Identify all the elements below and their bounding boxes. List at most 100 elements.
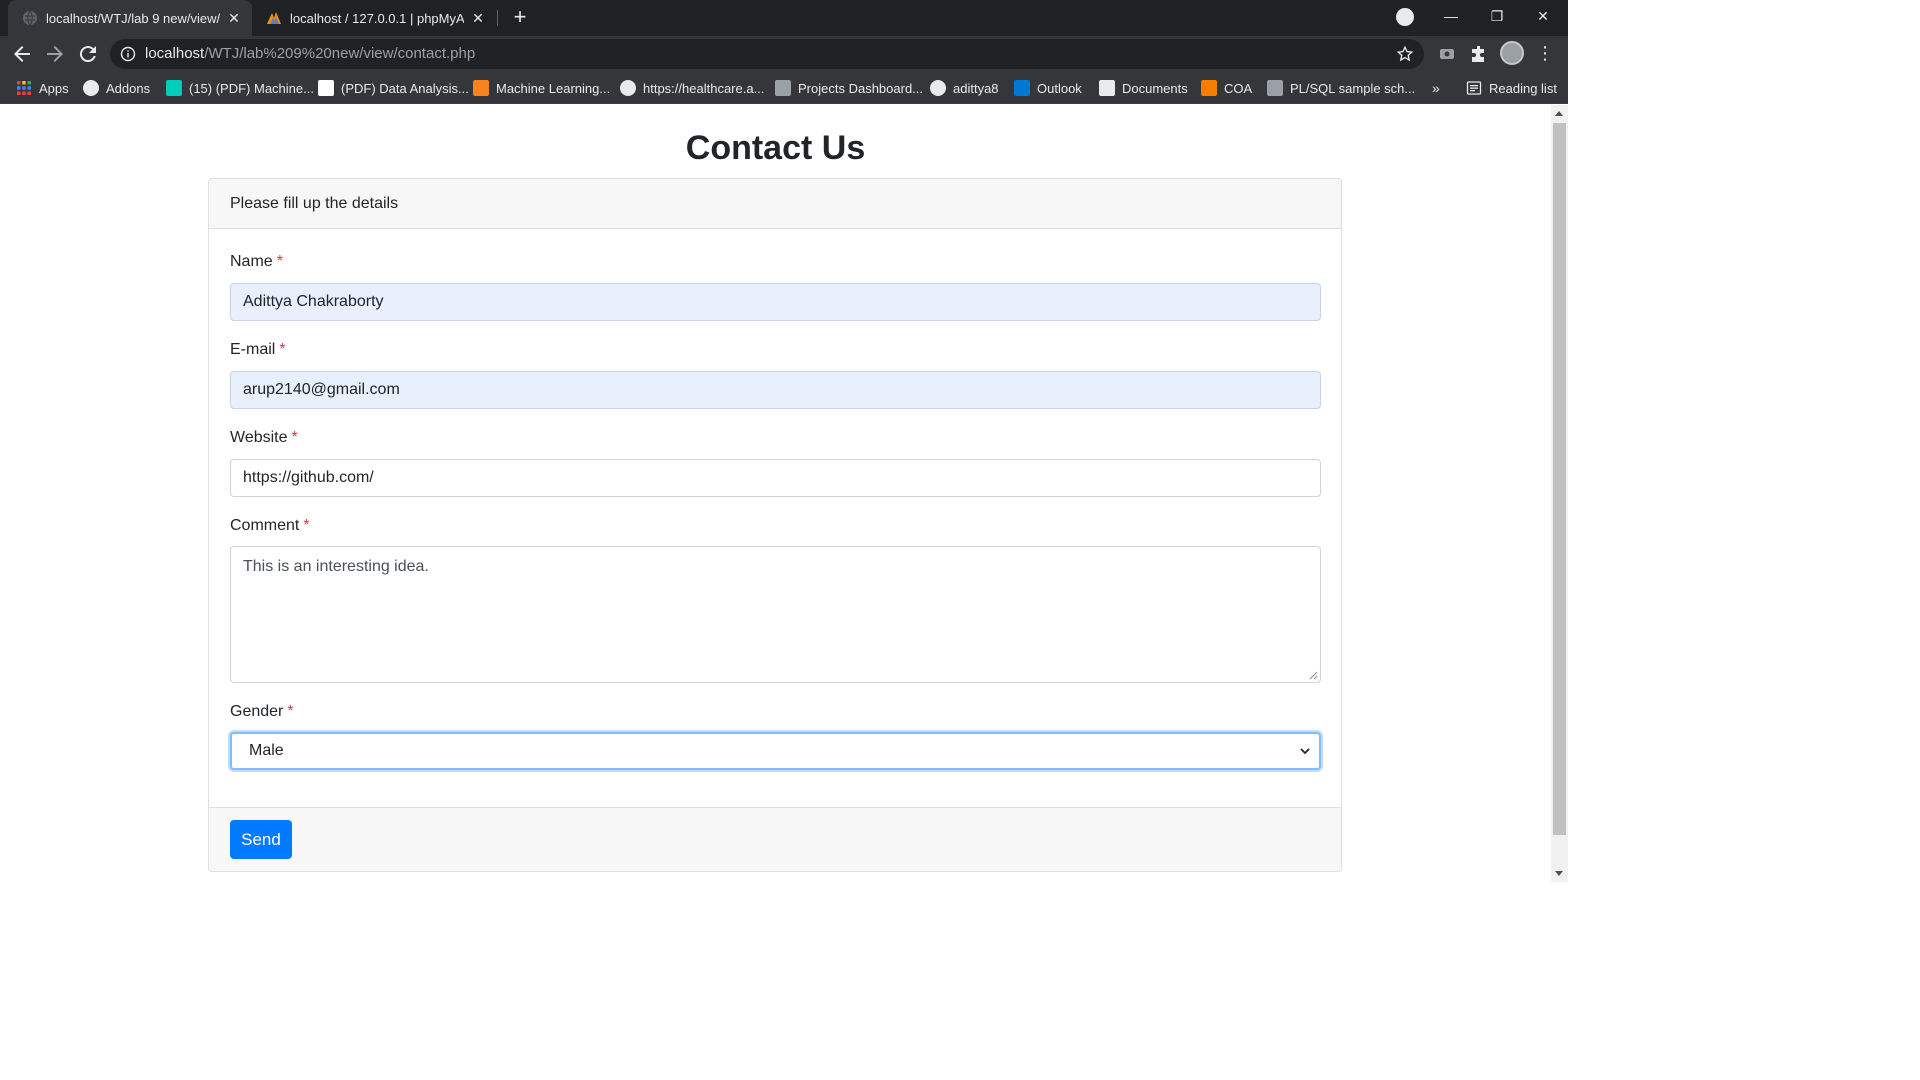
more-menu-icon[interactable]: ⋮ [1536, 42, 1554, 64]
gender-label-text: Gender [230, 703, 284, 720]
name-input[interactable]: Adittya Chakraborty [230, 283, 1321, 321]
reading-list-icon [1466, 81, 1482, 95]
comment-label: Comment * [230, 517, 310, 535]
screencast-icon[interactable] [1437, 44, 1457, 64]
bookmark-github[interactable]: adittya8 [930, 72, 999, 104]
reading-list-button[interactable]: Reading list [1466, 72, 1557, 104]
vertical-scrollbar[interactable] [1551, 105, 1568, 882]
required-marker: * [291, 429, 298, 446]
url-text: localhost/WTJ/lab%209%20new/view/contact… [145, 39, 475, 69]
bookmark-academia[interactable]: (PDF) Data Analysis... [318, 72, 469, 104]
comment-text: This is an interesting idea. [243, 558, 429, 575]
tab-phpmyadmin[interactable]: localhost / 127.0.0.1 | phpMyAdmin ✕ [254, 0, 496, 36]
bookmark-apps[interactable]: Apps [16, 72, 69, 104]
close-window-icon[interactable]: ✕ [1520, 0, 1566, 32]
globe-icon [23, 10, 37, 26]
reading-list-label: Reading list [1489, 80, 1557, 96]
send-button[interactable]: Send [230, 820, 292, 859]
phpmyadmin-icon [267, 12, 281, 24]
bookmark-label: adittya8 [953, 80, 999, 96]
academia-icon [318, 80, 334, 96]
scroll-up-icon[interactable] [1555, 111, 1563, 116]
address-bar[interactable]: localhost/WTJ/lab%209%20new/view/contact… [110, 39, 1424, 69]
required-marker: * [303, 517, 310, 534]
bookmark-healthcare[interactable]: https://healthcare.a... [620, 72, 764, 104]
required-marker: * [287, 703, 294, 720]
scroll-down-icon[interactable] [1555, 871, 1563, 876]
gender-label: Gender * [230, 703, 294, 721]
bookmark-star-icon[interactable] [1396, 45, 1414, 63]
chevron-down-icon [1300, 748, 1310, 755]
bookmark-projects-dashboard[interactable]: Projects Dashboard... [775, 72, 923, 104]
bookmarks-overflow-icon[interactable]: » [1432, 72, 1440, 104]
info-icon[interactable] [120, 46, 136, 62]
close-tab-icon[interactable]: ✕ [226, 10, 242, 26]
bookmark-label: PL/SQL sample sch... [1290, 80, 1416, 96]
bookmark-label: Outlook [1037, 80, 1082, 96]
tab-search-icon[interactable] [1396, 8, 1414, 26]
url-path: /WTJ/lab%209%20new/view/contact.php [204, 45, 476, 62]
forward-icon[interactable] [43, 42, 67, 66]
bookmark-documents[interactable]: Documents [1099, 72, 1188, 104]
name-label-text: Name [230, 253, 273, 270]
bookmark-label: COA [1224, 80, 1253, 96]
tab-separator [497, 10, 498, 26]
contact-form-card: Please fill up the details Name * Adittya… [208, 178, 1342, 872]
close-tab-icon[interactable]: ✕ [470, 10, 486, 26]
bookmark-label: (15) (PDF) Machine... [189, 80, 314, 96]
researchgate-icon [166, 80, 182, 96]
outlook-icon [1014, 80, 1030, 96]
projects-icon [775, 80, 791, 96]
apps-grid-icon [17, 81, 31, 95]
documents-icon [1099, 80, 1115, 96]
bookmark-label: (PDF) Data Analysis... [341, 80, 469, 96]
minimize-icon[interactable]: — [1428, 0, 1474, 32]
required-marker: * [279, 341, 286, 358]
comment-label-text: Comment [230, 517, 300, 534]
blogger-icon [1201, 80, 1217, 96]
bookmark-label: https://healthcare.a... [643, 80, 765, 96]
page-title: Contact Us [685, 129, 866, 167]
email-label-text: E-mail [230, 341, 276, 358]
email-input[interactable]: arup2140@gmail.com [230, 371, 1321, 409]
required-marker: * [276, 253, 283, 270]
bookmark-label: Projects Dashboard... [798, 80, 924, 96]
bookmark-researchgate[interactable]: (15) (PDF) Machine... [166, 72, 314, 104]
name-label: Name * [230, 253, 283, 271]
comment-textarea[interactable]: This is an interesting idea. [230, 546, 1321, 683]
new-tab-icon[interactable]: + [508, 6, 532, 30]
bookmark-coa[interactable]: COA [1201, 72, 1252, 104]
gender-select[interactable]: Male [230, 732, 1321, 770]
email-label: E-mail * [230, 341, 286, 359]
bookmark-label: Apps [39, 80, 69, 96]
bookmark-machine-learning[interactable]: Machine Learning... [473, 72, 610, 104]
bookmark-plsql[interactable]: PL/SQL sample sch... [1267, 72, 1415, 104]
reload-icon[interactable] [76, 42, 100, 66]
globe-icon [620, 80, 636, 96]
edureka-icon [473, 80, 489, 96]
bookmark-addons[interactable]: Addons [83, 72, 150, 104]
profile-avatar[interactable] [1500, 41, 1524, 65]
bookmark-label: Addons [106, 80, 151, 96]
card-header: Please fill up the details [209, 179, 1341, 229]
tab-strip: localhost/WTJ/lab 9 new/view/co ✕ localh… [0, 0, 1568, 36]
bookmark-outlook[interactable]: Outlook [1014, 72, 1082, 104]
bookmarks-bar: Apps Addons (15) (PDF) Machine... (PDF) … [0, 72, 1568, 104]
scrollbar-thumb[interactable] [1553, 123, 1566, 835]
resize-handle-icon[interactable] [1309, 671, 1318, 680]
browser-toolbar: localhost/WTJ/lab%209%20new/view/contact… [0, 36, 1568, 72]
card-header-text: Please fill up the details [230, 195, 399, 212]
bookmark-label: Documents [1122, 80, 1188, 96]
tab-title: localhost/WTJ/lab 9 new/view/co [46, 10, 220, 26]
bookmark-label: Machine Learning... [496, 80, 611, 96]
back-icon[interactable] [10, 42, 34, 66]
tab-title: localhost / 127.0.0.1 | phpMyAdmin [290, 10, 464, 26]
page-viewport: Contact Us Please fill up the details Na… [0, 105, 1551, 882]
url-host: localhost [145, 45, 205, 62]
restore-icon[interactable]: ❐ [1474, 0, 1520, 32]
tab-contact[interactable]: localhost/WTJ/lab 9 new/view/co ✕ [8, 0, 252, 36]
extensions-icon[interactable] [1469, 44, 1489, 64]
gender-selected-value: Male [249, 742, 284, 759]
website-input[interactable]: https://github.com/ [230, 459, 1321, 497]
website-label-text: Website [230, 429, 288, 446]
